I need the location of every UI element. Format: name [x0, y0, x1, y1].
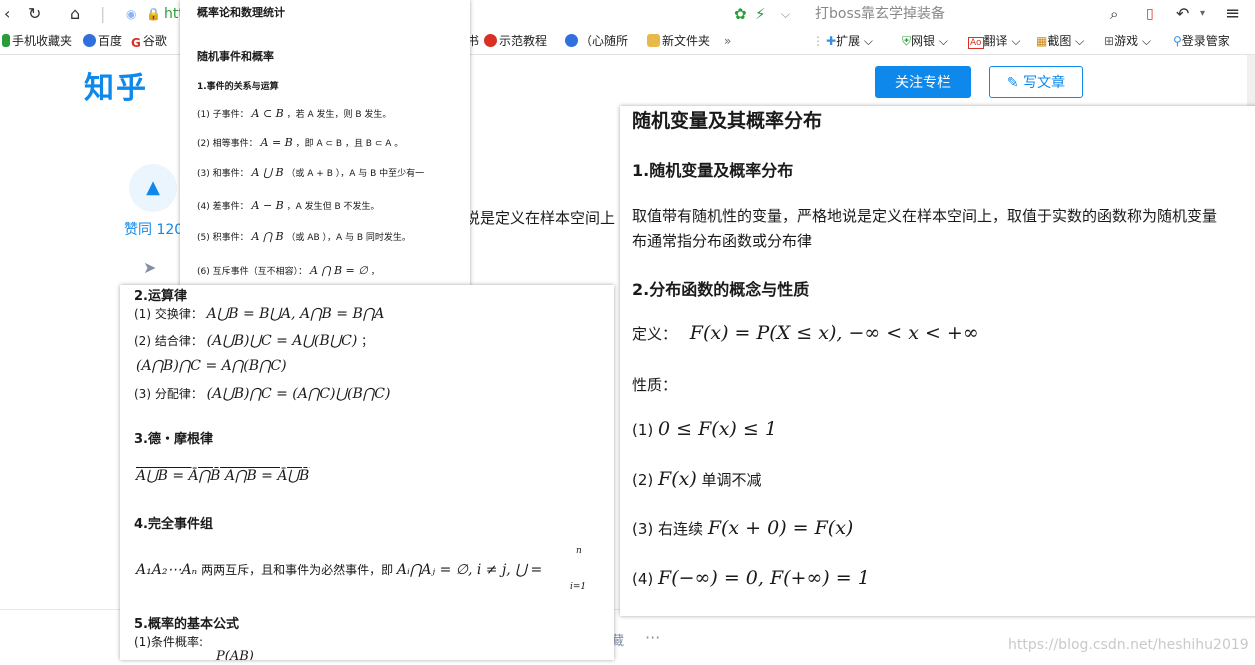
zhihu-logo[interactable]: 知乎: [84, 63, 148, 107]
more-icon[interactable]: ···: [645, 628, 660, 647]
site-info-icon[interactable]: ◉: [126, 0, 136, 28]
section-heading: 3.德・摩根律: [134, 432, 213, 447]
phone-icon[interactable]: ▯: [1146, 0, 1154, 28]
bookmark-heart[interactable]: （心随所: [565, 28, 628, 54]
share-icon[interactable]: ➤: [143, 258, 156, 277]
panel-title: 随机变量及其概率分布: [632, 110, 823, 132]
list-item: (2) 相等事件： A = B ，即 A ⊂ B ，且 B ⊂ A 。: [197, 136, 404, 149]
translate-icon: Ao: [968, 37, 984, 49]
property-label: 性质：: [632, 376, 678, 394]
paragraph-line: 布通常指分布函数或分布律: [632, 232, 813, 250]
undo-dropdown-icon[interactable]: ▾: [1200, 0, 1205, 28]
bookmark-folder[interactable]: 新文件夹: [647, 28, 710, 54]
section-heading: 2.运算律: [134, 289, 187, 304]
undo-icon[interactable]: ↶: [1176, 0, 1189, 28]
bookmark-phone[interactable]: 手机收藏夹: [2, 28, 72, 54]
lock-icon: 🔒: [146, 7, 161, 21]
screenshot-icon: ▦: [1036, 34, 1048, 48]
demorgan-formula: A⋃B = Ā⋂B̄ A⋂B = Ā⋃B̄: [136, 468, 310, 484]
tool-login[interactable]: ⚲登录管家: [1173, 28, 1230, 54]
dropdown-icon[interactable]: ⌵: [781, 0, 790, 28]
key-icon: ⚲: [1173, 34, 1182, 48]
list-item: (1) 子事件： A ⊂ B ，若 A 发生，则 B 发生。: [197, 107, 392, 120]
list-item: (1)条件概率:: [134, 635, 204, 649]
bookmark-demo[interactable]: 示范教程: [484, 28, 547, 54]
section-heading: 随机事件和概率: [197, 50, 274, 63]
edit-icon: ✎: [1006, 75, 1019, 91]
play-circle-icon: [484, 34, 497, 47]
tool-game[interactable]: ⊞游戏 ⌵: [1104, 28, 1151, 54]
article-text-fragment: 说是定义在样本空间上: [465, 209, 616, 227]
list-item: (A⋂B)⋂C = A⋂(B⋂C): [136, 358, 287, 374]
tool-screenshot[interactable]: ▦截图 ⌵: [1036, 28, 1084, 54]
phone-icon: [2, 34, 10, 47]
list-item: (2) F(x) 单调不减: [632, 468, 762, 490]
tool-translate[interactable]: Ao 翻译 ⌵: [968, 28, 1020, 54]
bookmark-more[interactable]: »: [724, 28, 731, 54]
section-heading: 5.概率的基本公式: [134, 617, 239, 632]
tool-extend[interactable]: ✚扩展 ⌵: [826, 28, 873, 54]
list-item: (2) 结合律： (A⋃B)⋃C = A⋃(B⋃C) ；: [134, 333, 374, 349]
list-item: (4) 差事件： A − B ，A 发生但 B 不发生。: [197, 199, 380, 212]
home-icon[interactable]: ⌂: [70, 0, 80, 28]
gamepad-icon: ⊞: [1104, 34, 1115, 48]
list-item: (3) 和事件： A ⋃ B （或 A + B ），A 与 B 中至少有一: [197, 166, 425, 179]
list-item: (5) 积事件： A ⋂ B （或 AB ），A 与 B 同时发生。: [197, 230, 411, 243]
search-icon[interactable]: ⌕: [1110, 0, 1118, 28]
formula-panel-laws: 2.运算律 (1) 交换律： A⋃B = B⋃A, A⋂B = B⋂A (2) …: [120, 285, 614, 660]
menu-icon[interactable]: ≡: [1225, 0, 1240, 28]
section-heading: 2.分布函数的概念与性质: [632, 280, 810, 299]
list-item: (3) 右连续 F(x + 0) = F(x): [632, 517, 854, 539]
back-icon[interactable]: ‹: [4, 0, 10, 28]
list-item: (4) F(−∞) = 0, F(+∞) = 1: [632, 567, 870, 589]
union-lower-bound: i=1: [570, 582, 587, 592]
follow-column-button[interactable]: 关注专栏: [875, 66, 971, 98]
play-circle-icon: [565, 34, 578, 47]
shield-icon: ⛨: [902, 34, 912, 48]
tool-bank[interactable]: ⛨网银 ⌵: [902, 28, 948, 54]
watermark: https://blog.csdn.net/heshihu2019: [1008, 637, 1249, 653]
list-item: (1) 0 ≤ F(x) ≤ 1: [632, 418, 777, 440]
google-icon: G: [131, 36, 141, 50]
folder-icon: [647, 34, 660, 47]
baidu-paw-icon: [83, 34, 96, 47]
puzzle-icon: ✚: [826, 34, 837, 48]
lightning-icon[interactable]: ⚡: [755, 0, 766, 28]
formula-panel-events: 概率论和数理统计 随机事件和概率 1.事件的关系与运算 (1) 子事件： A ⊂…: [180, 0, 470, 287]
speed-icon[interactable]: ✿: [734, 0, 747, 28]
write-article-button[interactable]: ✎ 写文章: [989, 66, 1083, 98]
list-item: (1) 交换律： A⋃B = B⋃A, A⋂B = B⋂A: [134, 306, 385, 322]
search-box-text[interactable]: 打boss靠玄学掉装备: [815, 0, 945, 28]
panel-title: 概率论和数理统计: [197, 6, 285, 19]
vote-up-button[interactable]: ▲: [129, 164, 177, 212]
definition-line: 定义： F(x) = P(X ≤ x), −∞ < x < +∞: [632, 322, 979, 344]
refresh-icon[interactable]: ↻: [28, 0, 41, 28]
list-item: (6) 互斥事件（互不相容）： A ⋂ B = ∅ ，: [197, 264, 380, 277]
section-heading: 1.随机变量及概率分布: [632, 161, 794, 180]
conditional-formula: P(AB): [216, 649, 254, 660]
bookmark-baidu[interactable]: 百度: [83, 28, 122, 54]
section-heading: 4.完全事件组: [134, 517, 213, 532]
formula-panel-random-variables: 随机变量及其概率分布 1.随机变量及概率分布 取值带有随机性的变量，严格地说是定…: [620, 106, 1255, 616]
paragraph-line: 取值带有随机性的变量，严格地说是定义在样本空间上，取值于实数的函数称为随机变量: [632, 207, 1218, 225]
union-upper-bound: n: [576, 546, 582, 556]
vote-count: 赞同 120: [124, 222, 184, 238]
triangle-up-icon: ▲: [146, 177, 160, 198]
bookmark-google[interactable]: G 谷歌: [131, 28, 167, 54]
subsection-heading: 1.事件的关系与运算: [197, 82, 279, 92]
list-item: (3) 分配律： (A⋃B)⋂C = (A⋂C)⋃(B⋂C): [134, 386, 391, 402]
complete-events-line: A₁A₂⋯Aₙ 两两互斥，且和事件为必然事件，即 Aᵢ⋂Aⱼ = ∅, i ≠ …: [136, 562, 543, 578]
